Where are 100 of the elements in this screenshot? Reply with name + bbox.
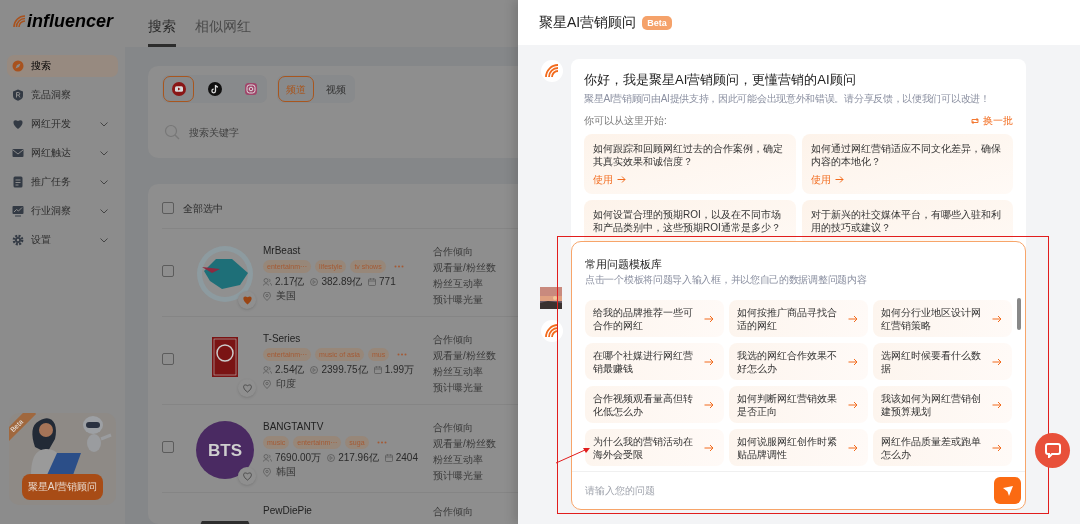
play-icon xyxy=(310,278,319,286)
checkbox[interactable] xyxy=(162,441,174,453)
arrow-right-icon xyxy=(848,314,858,323)
template-card[interactable]: 我选的网红合作效果不好怎么办 xyxy=(729,343,868,380)
view-count: 2399.75亿 xyxy=(321,364,368,376)
assistant-avatar-icon xyxy=(541,60,563,82)
nav-item[interactable]: 网红开发 xyxy=(7,113,118,135)
followers-icon xyxy=(263,454,272,462)
ai-advisor-button[interactable]: 聚星AI营销顾问 xyxy=(22,474,103,500)
influencer-name: PewDiePie xyxy=(263,505,313,517)
panel-title: 常用问题模板库 xyxy=(585,257,663,271)
nav-item[interactable]: 搜索 xyxy=(7,55,118,77)
template-card[interactable]: 如何按推广商品寻找合适的网红 xyxy=(729,300,868,337)
influencer-name: MrBeast xyxy=(263,245,302,257)
template-card[interactable]: 如何判断网红营销效果是否正向 xyxy=(729,386,868,423)
nav-item[interactable]: 网红触达 xyxy=(7,142,118,164)
location-label: 韩国 xyxy=(276,467,296,477)
metric-label: 预计曝光量 xyxy=(433,381,484,394)
chat-icon xyxy=(1044,443,1061,458)
logo-icon xyxy=(12,14,26,28)
more-icon[interactable] xyxy=(397,353,408,356)
calendar-icon xyxy=(373,366,382,374)
location-pin-icon xyxy=(263,291,271,301)
document-icon xyxy=(12,176,24,188)
metric-label: 粉丝互动率 xyxy=(433,365,484,378)
arrow-right-icon xyxy=(848,443,858,452)
mail-icon xyxy=(12,147,24,159)
arrow-right-icon xyxy=(992,357,1002,366)
nav-item[interactable]: 推广任务 xyxy=(7,171,118,193)
suggestion-card[interactable]: 如何跟踪和回顾网红过去的合作案例，确定其真实效果和诚信度？ 使用 xyxy=(584,134,796,194)
arrow-right-icon xyxy=(704,357,714,366)
view-count: 382.89亿 xyxy=(321,276,363,288)
arrow-right-icon xyxy=(992,400,1002,409)
favorite-button[interactable] xyxy=(238,379,256,397)
send-button[interactable] xyxy=(994,477,1021,504)
favorite-button[interactable] xyxy=(238,291,256,309)
template-card[interactable]: 选网红时候要看什么数据 xyxy=(873,343,1012,380)
chevron-down-icon xyxy=(100,121,108,127)
metric-label: 合作倾向 xyxy=(433,245,474,258)
arrow-right-icon xyxy=(704,314,714,323)
video-count: 2404 xyxy=(395,452,418,464)
swap-icon xyxy=(970,116,980,125)
checkbox[interactable] xyxy=(162,353,174,365)
template-card[interactable]: 给我的品牌推荐一些可合作的网红 xyxy=(585,300,724,337)
nav-item[interactable]: 竞品洞察 xyxy=(7,84,118,106)
template-card[interactable]: 网红作品质量差或跑单怎么办 xyxy=(873,429,1012,466)
type-tab[interactable]: 视频 xyxy=(318,76,354,102)
logo-text: influencer xyxy=(27,12,114,30)
template-card[interactable]: 如何分行业地区设计网红营销策略 xyxy=(873,300,1012,337)
suggestion-text: 如何设置合理的预期ROI，以及在不同市场和产品类别中，这些预期ROI通常是多少？ xyxy=(593,208,782,234)
suggestion-text: 如何通过网红营销适应不同文化差异，确保内容的本地化？ xyxy=(810,142,1002,168)
chevron-down-icon xyxy=(100,237,108,243)
calendar-icon xyxy=(384,454,393,462)
arrow-right-icon xyxy=(848,357,858,366)
checkbox[interactable] xyxy=(162,202,174,214)
metric-label: 粉丝互动率 xyxy=(433,453,484,466)
metric-label: 合作倾向 xyxy=(433,421,474,434)
nav-item[interactable]: 设置 xyxy=(7,229,118,251)
select-all-label: 全部选中 xyxy=(183,201,223,216)
question-input[interactable]: 请输入您的问题 xyxy=(585,483,994,498)
arrow-right-icon xyxy=(992,314,1002,323)
annotation-arrow xyxy=(555,447,591,464)
template-card[interactable]: 为什么我的营销活动在海外会受限 xyxy=(585,429,724,466)
metric-label: 合作倾向 xyxy=(433,505,473,518)
follower-count: 7690.00万 xyxy=(275,452,322,464)
chat-button[interactable] xyxy=(1035,433,1070,468)
arrow-right-icon xyxy=(992,443,1002,452)
followers-icon xyxy=(263,366,272,374)
greeting-title: 你好，我是聚星AI营销顾问，更懂营销的AI顾问 xyxy=(584,72,857,88)
more-icon[interactable] xyxy=(393,265,404,268)
favorite-button[interactable] xyxy=(238,467,256,485)
search-field[interactable]: 搜索关键字 xyxy=(189,124,489,140)
chart-icon xyxy=(12,205,24,217)
template-card[interactable]: 在哪个社媒进行网红营销最赚钱 xyxy=(585,343,724,380)
arrow-right-icon xyxy=(834,176,844,183)
followers-icon xyxy=(263,278,272,286)
start-label: 你可以从这里开始: xyxy=(584,114,667,128)
suggestion-card[interactable]: 如何通过网红营销适应不同文化差异，确保内容的本地化？ 使用 xyxy=(801,134,1013,194)
tab[interactable]: 搜索 xyxy=(148,19,176,47)
checkbox[interactable] xyxy=(162,265,174,277)
logo-avatar: BTS xyxy=(196,421,254,479)
influencer-name: T-Series xyxy=(263,333,302,345)
arrow-right-icon xyxy=(617,176,626,183)
video-count: 771 xyxy=(379,276,396,288)
panel-subtitle: 点击一个模板将问题导入输入框，并以您自己的数据调整问题内容 xyxy=(585,274,868,286)
more-icon[interactable] xyxy=(376,441,387,444)
metric-label: 预计曝光量 xyxy=(433,293,484,306)
play-icon xyxy=(310,366,319,374)
chevron-down-icon xyxy=(100,208,108,214)
nav-item[interactable]: 行业洞察 xyxy=(7,200,118,222)
template-card[interactable]: 合作视频观看量高但转化低怎么办 xyxy=(585,386,724,423)
template-card[interactable]: 我该如何为网红营销创建预算规划 xyxy=(873,386,1012,423)
mascot-avatar xyxy=(196,245,254,303)
location-label: 印度 xyxy=(276,379,296,389)
scrollbar-thumb[interactable] xyxy=(1017,298,1021,330)
platform-button[interactable] xyxy=(163,76,194,102)
arrow-right-icon xyxy=(848,400,858,409)
video-play-icon xyxy=(170,81,187,97)
template-card[interactable]: 如何说服网红创作时紧贴品牌调性 xyxy=(729,429,868,466)
heart-icon xyxy=(241,295,253,305)
